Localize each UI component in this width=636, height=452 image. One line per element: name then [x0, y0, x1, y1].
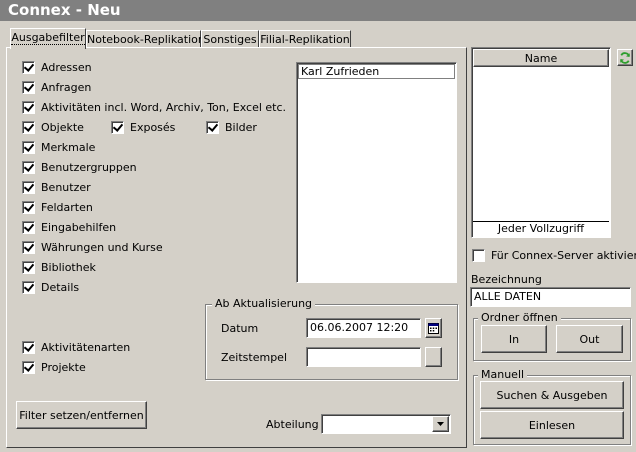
calendar-icon	[428, 323, 439, 334]
checkbox-label: Exposés	[130, 120, 176, 134]
checkbox-benutzergruppen[interactable]: Benutzergruppen	[22, 159, 137, 175]
checkbox-label: Bibliothek	[41, 260, 96, 274]
checkbox-box	[22, 80, 35, 94]
search-export-button[interactable]: Suchen & Ausgeben	[480, 381, 624, 409]
department-dropdown-button[interactable]	[432, 416, 449, 432]
rights-header-name[interactable]: Name	[473, 49, 609, 67]
checkbox-bilder[interactable]: Bilder	[206, 119, 257, 135]
checkbox-exposes[interactable]: Exposés	[111, 119, 175, 135]
window-title: Connex - Neu	[0, 0, 636, 21]
checkbox-box	[22, 220, 35, 234]
checkbox-label: Währungen und Kurse	[41, 240, 163, 254]
checkbox-box	[22, 180, 35, 194]
department-label: Abteilung	[266, 418, 319, 431]
update-group-legend: Ab Aktualisierung	[212, 297, 316, 310]
folder-in-button[interactable]: In	[481, 325, 547, 353]
tab-ausgabefilter[interactable]: Ausgabefilter	[10, 28, 86, 49]
designation-input[interactable]: ALLE DATEN	[470, 287, 631, 307]
checkbox-details[interactable]: Details	[22, 279, 79, 295]
checkbox-box	[22, 60, 35, 74]
checkbox-merkmale[interactable]: Merkmale	[22, 139, 95, 155]
checkbox-label: Für Connex-Server aktiviert	[491, 248, 636, 262]
checkbox-label: Projekte	[41, 360, 86, 374]
tab-label: Ausgabefilter	[11, 31, 85, 45]
checkbox-connex-server[interactable]: Für Connex-Server aktiviert	[472, 247, 636, 263]
tab-sonstiges[interactable]: Sonstiges	[201, 30, 259, 48]
checkbox-objekte[interactable]: Objekte	[22, 119, 84, 135]
checkbox-label: Merkmale	[41, 140, 96, 154]
read-in-button[interactable]: Einlesen	[480, 411, 624, 439]
timestamp-button[interactable]	[425, 347, 442, 367]
checkbox-anfragen[interactable]: Anfragen	[22, 79, 91, 95]
checkbox-bibliothek[interactable]: Bibliothek	[22, 259, 96, 275]
timestamp-field[interactable]	[306, 347, 421, 367]
checkbox-waehrungen[interactable]: Währungen und Kurse	[22, 239, 163, 255]
checkbox-box	[111, 120, 124, 134]
checkbox-eingabehilfen[interactable]: Eingabehilfen	[22, 219, 116, 235]
user-list[interactable]: Karl Zufrieden	[296, 62, 457, 283]
update-group	[205, 304, 458, 380]
checkbox-aktivitaeten[interactable]: Aktivitäten incl. Word, Archiv, Ton, Exc…	[22, 99, 286, 115]
folder-out-button[interactable]: Out	[556, 325, 623, 353]
checkbox-box	[22, 340, 35, 354]
checkbox-label: Aktivitätenarten	[41, 340, 131, 354]
checkbox-benutzer[interactable]: Benutzer	[22, 179, 91, 195]
checkbox-box	[22, 240, 35, 254]
checkbox-label: Anfragen	[41, 80, 92, 94]
tab-filial-replikation[interactable]: Filial-Replikation	[259, 30, 351, 48]
checkbox-adressen[interactable]: Adressen	[22, 59, 92, 75]
checkbox-label: Details	[41, 280, 80, 294]
checkbox-label: Adressen	[41, 60, 92, 74]
list-item[interactable]: Karl Zufrieden	[298, 64, 455, 79]
checkbox-box	[472, 248, 485, 262]
manual-legend: Manuell	[478, 368, 528, 381]
checkbox-box	[206, 120, 219, 134]
checkbox-feldarten[interactable]: Feldarten	[22, 199, 93, 215]
checkbox-label: Eingabehilfen	[41, 220, 117, 234]
calendar-button[interactable]	[425, 318, 442, 338]
checkbox-label: Aktivitäten incl. Word, Archiv, Ton, Exc…	[41, 100, 287, 114]
checkbox-label: Feldarten	[41, 200, 93, 214]
date-label: Datum	[221, 322, 259, 335]
checkbox-box	[22, 140, 35, 154]
refresh-icon	[620, 51, 630, 64]
checkbox-projekte[interactable]: Projekte	[22, 359, 86, 375]
checkbox-box	[22, 160, 35, 174]
filter-toggle-button[interactable]: Filter setzen/entfernen	[16, 401, 147, 429]
date-field[interactable]: 06.06.2007 12:20	[306, 318, 421, 338]
checkbox-box	[22, 360, 35, 374]
rights-table[interactable]: Name Jeder Vollzugriff	[471, 47, 611, 238]
checkbox-box	[22, 200, 35, 214]
checkbox-label: Benutzer	[41, 180, 91, 194]
timestamp-label: Zeitstempel	[221, 351, 288, 364]
checkbox-label: Objekte	[41, 120, 84, 134]
checkbox-box	[22, 120, 35, 134]
table-row[interactable]: Jeder Vollzugriff	[473, 221, 609, 236]
chevron-down-icon	[437, 422, 444, 426]
checkbox-box	[22, 280, 35, 294]
open-folder-legend: Ordner öffnen	[478, 311, 561, 324]
checkbox-box	[22, 100, 35, 114]
tab-notebook-replikation[interactable]: Notebook-Replikation	[86, 30, 205, 48]
checkbox-box	[22, 260, 35, 274]
designation-label: Bezeichnung	[471, 273, 542, 286]
checkbox-label: Benutzergruppen	[41, 160, 137, 174]
checkbox-label: Bilder	[225, 120, 257, 134]
checkbox-aktivitaetenarten[interactable]: Aktivitätenarten	[22, 339, 130, 355]
refresh-button[interactable]	[617, 49, 633, 66]
